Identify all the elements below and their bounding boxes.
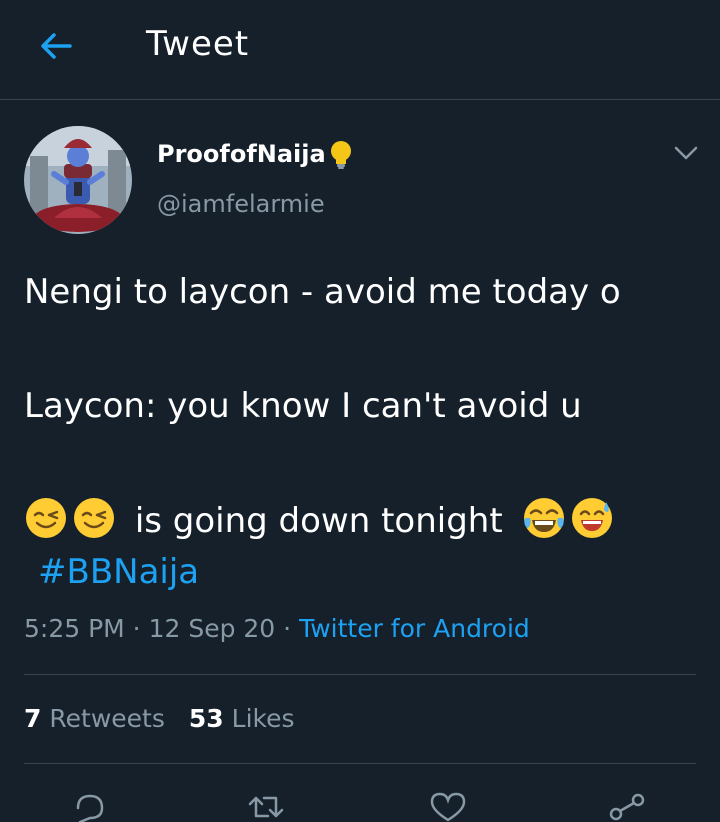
tweet-date: 12 Sep 20 xyxy=(148,614,276,643)
tweet-stats: 7 Retweets 53 Likes xyxy=(24,704,295,733)
tweet-text-line-1: Nengi to laycon - avoid me today o xyxy=(24,272,621,312)
arrow-left-icon[interactable] xyxy=(38,28,74,64)
tweet-text-line-3-text: is going down tonight xyxy=(134,501,503,541)
retweet-icon[interactable] xyxy=(246,792,286,822)
meta-separator: · xyxy=(275,614,300,643)
author-display-name[interactable]: ProofofNaija xyxy=(157,140,352,170)
hashtag-link[interactable]: #BBNaija xyxy=(38,552,199,592)
top-bar: Tweet xyxy=(0,0,720,100)
tweet-text-line-3: is going down tonight xyxy=(24,496,618,541)
sweat-smile-emoji-icon xyxy=(571,498,612,538)
likes-label: Likes xyxy=(231,704,295,733)
retweets-label: Retweets xyxy=(49,704,165,733)
tweet-meta: 5:25 PM · 12 Sep 20 · Twitter for Androi… xyxy=(24,614,530,643)
winking-face-emoji-icon xyxy=(74,498,114,538)
chevron-down-icon[interactable] xyxy=(672,142,700,164)
likes-count: 53 xyxy=(188,704,224,733)
like-icon[interactable] xyxy=(428,792,468,822)
divider xyxy=(24,674,696,675)
author-handle[interactable]: @iamfelarmie xyxy=(157,190,325,218)
display-name-text: ProofofNaija xyxy=(157,140,326,168)
tweet-source-link[interactable]: Twitter for Android xyxy=(299,614,530,643)
winking-face-emoji-icon xyxy=(26,498,66,538)
tweet-time: 5:25 PM xyxy=(24,614,125,643)
divider xyxy=(24,763,696,764)
retweets-count: 7 xyxy=(24,704,42,733)
retweets-stat[interactable]: 7 Retweets xyxy=(24,704,165,733)
meta-separator: · xyxy=(124,614,149,643)
tears-of-joy-emoji-icon xyxy=(523,498,564,538)
share-icon[interactable] xyxy=(606,792,646,822)
lightbulb-icon xyxy=(330,141,351,169)
tweet-text-line-2: Laycon: you know I can't avoid u xyxy=(24,386,582,426)
avatar-image xyxy=(24,126,132,234)
page-title: Tweet xyxy=(146,24,250,64)
reply-icon[interactable] xyxy=(70,792,110,822)
likes-stat[interactable]: 53 Likes xyxy=(189,704,295,733)
avatar[interactable] xyxy=(24,126,132,234)
